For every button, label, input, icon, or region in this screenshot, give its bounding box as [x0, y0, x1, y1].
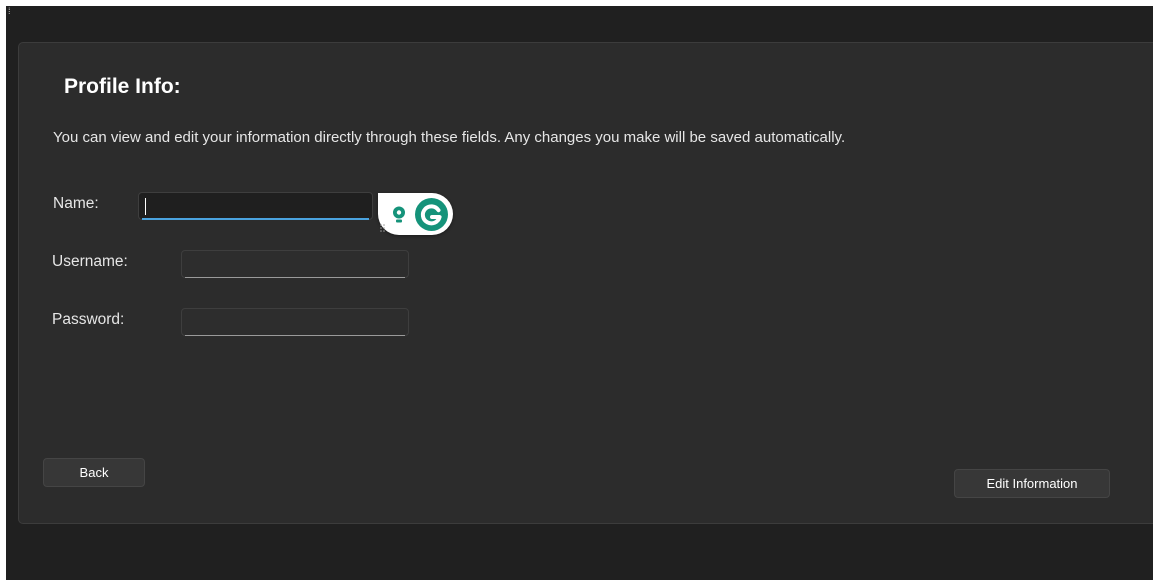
grip-icon[interactable] [380, 224, 386, 232]
username-input[interactable] [181, 250, 409, 278]
back-button[interactable]: Back [43, 458, 145, 487]
password-label: Password: [52, 311, 125, 328]
password-input[interactable] [181, 308, 409, 336]
name-label: Name: [53, 195, 99, 212]
grammarly-g-icon[interactable] [415, 198, 448, 231]
username-label: Username: [52, 253, 128, 270]
text-caret [145, 198, 146, 215]
name-input[interactable] [138, 192, 373, 220]
page-title: Profile Info: [64, 75, 181, 98]
profile-card: Profile Info: You can view and edit your… [18, 42, 1153, 524]
lightbulb-icon[interactable] [392, 206, 406, 224]
window-corner-glyph: ⁞ [8, 6, 11, 16]
grammarly-widget[interactable] [378, 193, 453, 235]
page-description: You can view and edit your information d… [53, 129, 846, 146]
edit-information-button[interactable]: Edit Information [954, 469, 1110, 498]
app-window: ⁞ Profile Info: You can view and edit yo… [6, 6, 1153, 580]
